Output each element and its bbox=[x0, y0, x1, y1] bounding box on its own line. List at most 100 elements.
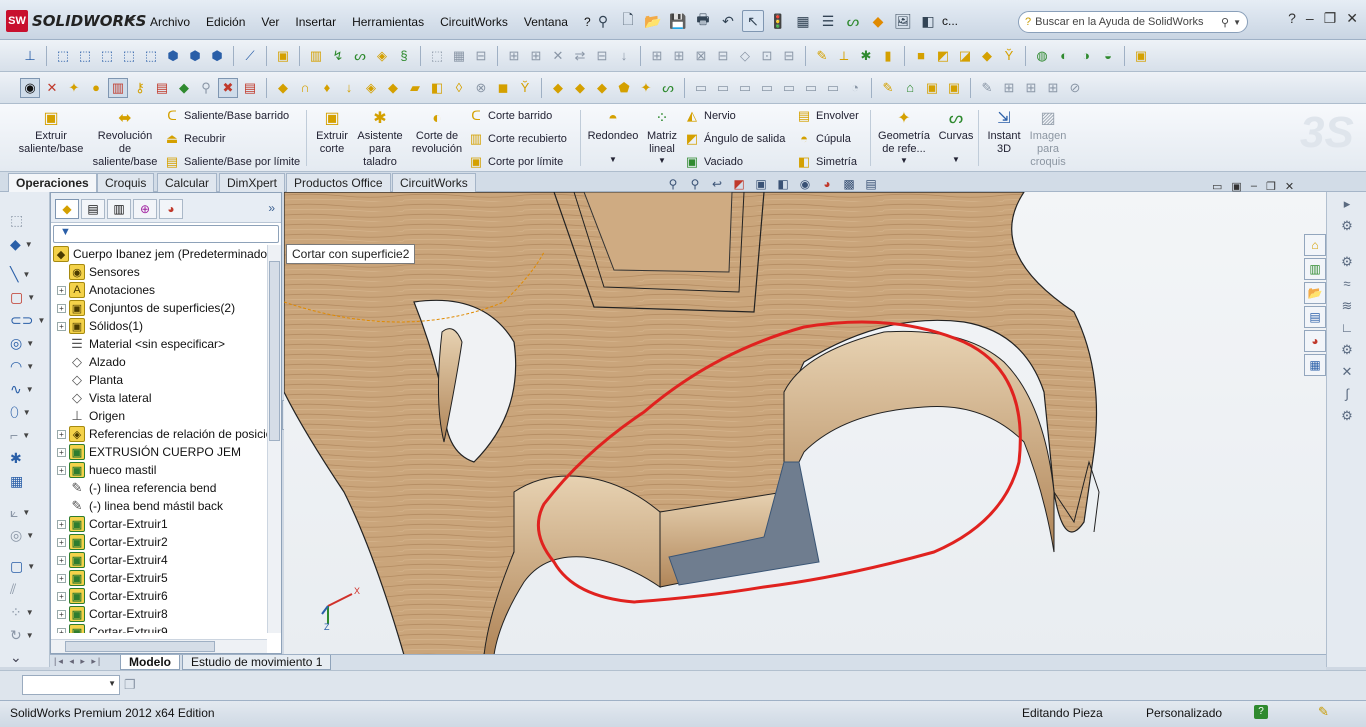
print-icon[interactable]: 🖶 bbox=[692, 10, 714, 32]
curves-button[interactable]: ᔕ Curvas ▼ bbox=[934, 110, 978, 166]
surface-icon[interactable]: ■ bbox=[911, 46, 931, 66]
sheet-tool-icon[interactable]: ▭ bbox=[713, 78, 733, 98]
surface-tool-icon[interactable]: Ῠ bbox=[515, 78, 535, 98]
surface-tool-icon[interactable]: ◆ bbox=[548, 78, 568, 98]
tab-modelo[interactable]: Modelo bbox=[120, 655, 180, 670]
help-button-icon[interactable]: ? bbox=[1288, 10, 1296, 27]
sheet-tool-icon[interactable]: ▭ bbox=[691, 78, 711, 98]
expand-toggle-icon[interactable]: + bbox=[57, 591, 66, 601]
graphics-viewport[interactable] bbox=[284, 192, 1326, 655]
sheet-tool-icon[interactable]: ◔ bbox=[845, 78, 865, 98]
mold-tool-icon[interactable]: ⊘ bbox=[1065, 78, 1085, 98]
centerline-icon[interactable]: ▦ bbox=[10, 471, 42, 491]
pen-icon[interactable]: ✎ bbox=[812, 46, 832, 66]
menu-circuitworks[interactable]: CircuitWorks bbox=[432, 13, 516, 31]
new-document-icon[interactable]: 🗋 bbox=[617, 10, 639, 32]
sheet-tool-icon[interactable]: ▭ bbox=[801, 78, 821, 98]
viewport-close-icon[interactable]: ✕ bbox=[1285, 180, 1294, 193]
section-view-icon[interactable]: ▥ bbox=[108, 77, 128, 98]
extrude-boss-button[interactable]: ▣ Extruir saliente/base bbox=[14, 110, 88, 156]
feature-icon[interactable]: ▥ bbox=[306, 46, 326, 66]
sketch-entity-icon[interactable]: ✕ bbox=[548, 46, 568, 66]
tree-item[interactable]: ✎ (-) linea bend mástil back bbox=[57, 497, 224, 515]
surface-tool-icon[interactable]: ◈ bbox=[361, 78, 381, 98]
hole-icon[interactable]: ⚲ bbox=[196, 78, 216, 98]
weld-tool-icon[interactable]: ≋ bbox=[1337, 296, 1357, 316]
tree-item[interactable]: + ▣ Cortar-Extruir5 bbox=[57, 569, 168, 587]
image-icon[interactable]: 🖼 bbox=[892, 10, 914, 32]
surface-tool-icon[interactable]: ◆ bbox=[570, 78, 590, 98]
linear-pattern-button[interactable]: ⁘ Matriz lineal ▼ bbox=[644, 110, 680, 167]
rectangle-icon[interactable]: ▢ ▼ bbox=[10, 287, 42, 307]
feature-icon[interactable]: ◈ bbox=[372, 46, 392, 66]
feature-tool-icon[interactable]: ⚙ bbox=[1337, 216, 1357, 236]
sketch-entity-icon[interactable]: ⊟ bbox=[471, 46, 491, 66]
tab-croquis[interactable]: Croquis bbox=[97, 173, 155, 192]
rebuild-icon[interactable]: 🚦 bbox=[767, 10, 789, 32]
solidworks-logo[interactable]: SW SOLIDWORKS bbox=[6, 9, 146, 33]
mirror-sketch-icon[interactable]: ⫽ bbox=[10, 579, 42, 599]
tree-item[interactable]: ◇ Alzado bbox=[57, 353, 126, 371]
sketch-entity-icon[interactable]: ⊞ bbox=[669, 46, 689, 66]
property-manager-tab-icon[interactable]: ▤ bbox=[81, 199, 105, 219]
wrap-button[interactable]: ▤ Envolver bbox=[796, 108, 859, 124]
sheet-tool-icon[interactable]: ▭ bbox=[757, 78, 777, 98]
status-units[interactable]: Personalizado bbox=[1146, 706, 1222, 720]
spline-icon[interactable]: ᔕ bbox=[350, 46, 370, 66]
render-icon[interactable]: ◑ bbox=[1076, 46, 1096, 66]
iso-cube-icon[interactable]: ⬢ bbox=[185, 46, 205, 66]
surface-icon[interactable]: ◆ bbox=[977, 46, 997, 66]
sketch-entity-icon[interactable]: ⊡ bbox=[757, 46, 777, 66]
collapse-arrow-icon[interactable]: ▸ bbox=[1337, 194, 1357, 214]
appearance-icon[interactable]: ▤ bbox=[152, 78, 172, 98]
zoom-to-fit-icon[interactable]: ⚲ bbox=[664, 177, 682, 191]
render-icon[interactable]: ◒ bbox=[1098, 46, 1118, 66]
pattern-dropdown-icon[interactable]: ▼ bbox=[644, 154, 680, 167]
expand-toggle-icon[interactable]: + bbox=[57, 537, 66, 547]
weld-tool-icon[interactable]: ≈ bbox=[1337, 274, 1357, 294]
expand-toggle-icon[interactable]: + bbox=[57, 519, 66, 529]
feature-tree-filter[interactable]: ▼ bbox=[53, 225, 279, 243]
surface-tool-icon[interactable]: ↓ bbox=[339, 78, 359, 98]
feature-tree-tab-icon[interactable]: ◆ bbox=[55, 199, 79, 219]
render-icon[interactable]: ◍ bbox=[1032, 46, 1052, 66]
mirror-button[interactable]: ◧ Simetría bbox=[796, 154, 857, 170]
tab-dimxpert[interactable]: DimXpert bbox=[219, 173, 286, 192]
revolve-cut-button[interactable]: ◐ Corte de revolución bbox=[410, 110, 464, 156]
mate-icon[interactable]: ⚷ bbox=[130, 78, 150, 98]
tree-item[interactable]: ☰ Material <sin especificar> bbox=[57, 335, 225, 353]
tree-item[interactable]: + ◈ Referencias de relación de posició bbox=[57, 425, 267, 443]
weld-tool-icon[interactable]: ∫ bbox=[1337, 384, 1357, 404]
tab-operaciones[interactable]: Operaciones bbox=[8, 173, 97, 192]
shaded-view-icon[interactable]: ◉ bbox=[20, 77, 40, 98]
iso-cube-icon[interactable]: ⬢ bbox=[207, 46, 227, 66]
surface-icon[interactable]: ◪ bbox=[955, 46, 975, 66]
hole-wizard-button[interactable]: ✱ Asistente para taladro bbox=[354, 110, 406, 169]
point-icon[interactable]: ✱ bbox=[856, 46, 876, 66]
sketch-icon[interactable]: ⬚ bbox=[10, 210, 42, 230]
chevron-down-icon[interactable]: ▼ bbox=[108, 679, 116, 688]
overflow-text[interactable]: c... bbox=[942, 10, 958, 32]
surface-icon[interactable]: ◩ bbox=[933, 46, 953, 66]
cube-view-icon[interactable]: ⬚ bbox=[119, 46, 139, 66]
dome-button[interactable]: ◓ Cúpula bbox=[796, 131, 851, 147]
previous-view-icon[interactable]: ↩ bbox=[708, 177, 726, 191]
curves-dropdown-icon[interactable]: ▼ bbox=[934, 153, 978, 166]
chevron-down-icon[interactable]: ▼ bbox=[1233, 18, 1241, 27]
circle-icon[interactable]: ◎ ▼ bbox=[10, 333, 42, 353]
sketch-entity-icon[interactable]: ⊞ bbox=[526, 46, 546, 66]
solidworks-resources-icon[interactable]: ⌂ bbox=[1304, 234, 1326, 256]
configuration-manager-tab-icon[interactable]: ▥ bbox=[107, 199, 131, 219]
search-icon[interactable]: ⚲ bbox=[1221, 16, 1229, 29]
sketch-entity-icon[interactable]: ↓ bbox=[614, 46, 634, 66]
instant3d-button[interactable]: ⇲ Instant 3D bbox=[984, 110, 1024, 156]
surface-tool-icon[interactable]: ∩ bbox=[295, 78, 315, 98]
tab-estudio-movimiento[interactable]: Estudio de movimiento 1 bbox=[182, 655, 332, 670]
expand-toggle-icon[interactable]: + bbox=[57, 303, 66, 313]
select-cursor-icon[interactable]: ↖ bbox=[742, 10, 764, 32]
surface-tool-icon[interactable]: ◆ bbox=[383, 78, 403, 98]
surface-tool-icon[interactable]: ▰ bbox=[405, 78, 425, 98]
reference-icon[interactable]: ⊥ bbox=[20, 46, 40, 66]
menu-ventana[interactable]: Ventana bbox=[516, 13, 576, 31]
measure-icon[interactable]: ⟂ bbox=[834, 46, 854, 66]
